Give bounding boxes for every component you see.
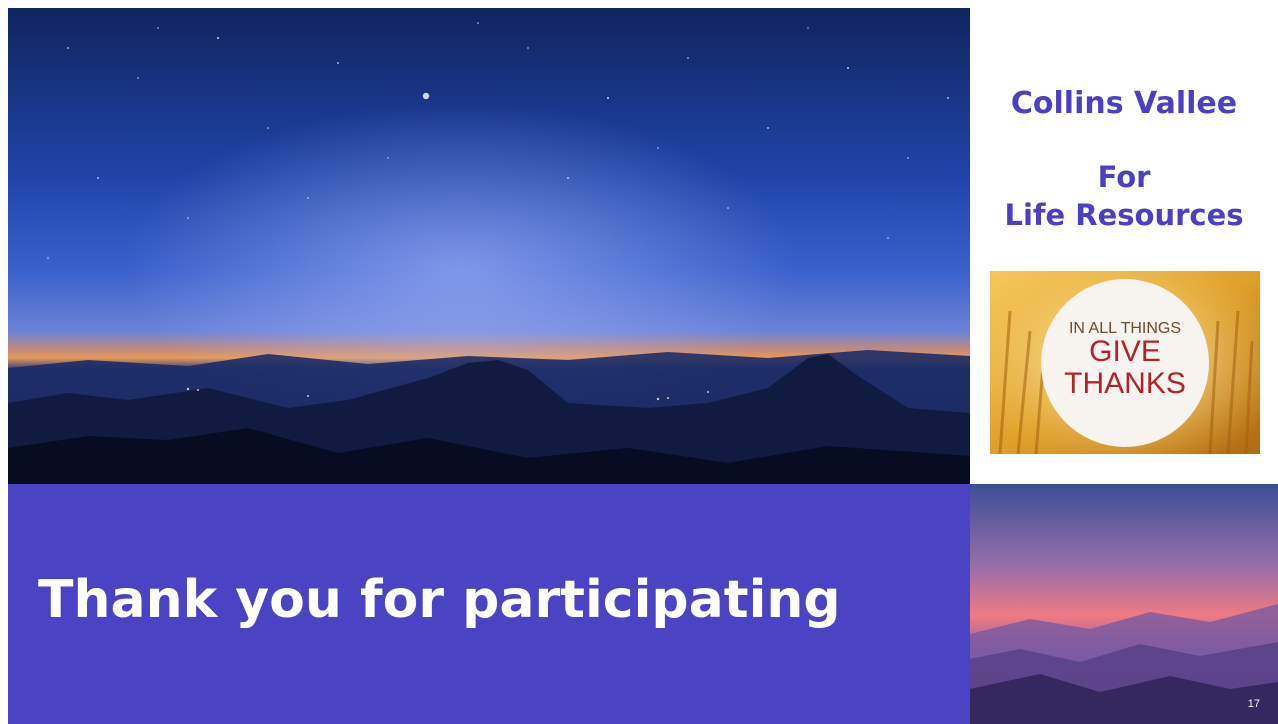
organization-heading: Collins Vallee For Life Resources [978,8,1270,268]
night-sky-mountains-image [8,8,970,484]
give-thanks-image: IN ALL THINGS GIVE THANKS [990,271,1260,454]
slide-title: Thank you for participating [38,570,841,630]
thanks-text: THANKS [1064,367,1186,400]
life-resources-label: Life Resources [1004,198,1244,232]
for-label: For [1097,160,1151,194]
page-number: 17 [1247,698,1260,710]
slide: Collins Vallee For Life Resources IN ALL… [0,0,1278,724]
organization-name: Collins Vallee [1010,86,1238,121]
give-text: GIVE [1089,335,1161,368]
sunset-mountains-image: 17 [970,484,1278,724]
title-banner: Thank you for participating [8,484,970,724]
